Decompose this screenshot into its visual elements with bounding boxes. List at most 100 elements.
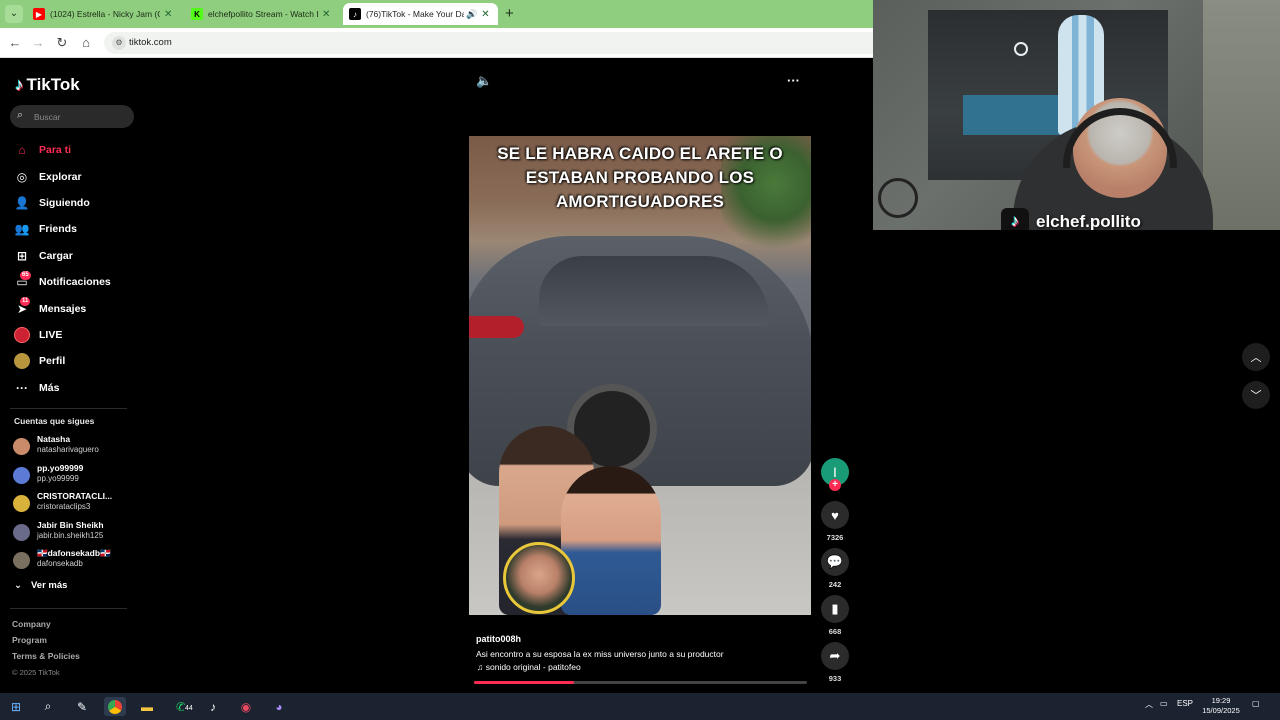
- discord-icon[interactable]: ◕: [268, 697, 290, 716]
- sidebar-nav: ⌂ Para ti ◎ Explorar 👤 Siguiendo 👥 Frien…: [0, 137, 145, 401]
- like-button[interactable]: ♥ 7326: [821, 501, 849, 542]
- video-description: Asi encontro a su esposa la ex miss univ…: [476, 649, 724, 659]
- chrome-icon[interactable]: [104, 697, 126, 716]
- comment-button[interactable]: 💬 242: [821, 548, 849, 589]
- more-options-icon[interactable]: ···: [787, 73, 800, 88]
- site-info-icon[interactable]: ⚙: [112, 36, 126, 50]
- avatar: [13, 523, 30, 541]
- url-text: tiktok.com: [129, 37, 172, 48]
- sidebar-item-friends[interactable]: 👥 Friends: [0, 216, 145, 242]
- youtube-icon: ▶: [33, 8, 45, 20]
- profile-icon-wrap: [14, 353, 30, 370]
- share-count: 933: [828, 674, 842, 683]
- next-video-button[interactable]: ﹀: [1242, 381, 1270, 409]
- file-explorer-icon[interactable]: ▬: [136, 697, 158, 716]
- browser-tab-kick[interactable]: K elchefpollito Stream - Watch Li ✕: [185, 3, 336, 25]
- video-progress-bar[interactable]: [474, 681, 807, 684]
- footer-link-terms[interactable]: Terms & Policies: [12, 651, 80, 667]
- clock-time: 19:29: [1211, 696, 1231, 705]
- close-icon[interactable]: ✕: [164, 9, 172, 20]
- sidebar-item-para-ti[interactable]: ⌂ Para ti: [0, 137, 145, 163]
- video-player[interactable]: SE LE HABRA CAIDO EL ARETE O ESTABAN PRO…: [469, 136, 811, 615]
- share-button[interactable]: ➦ 933: [821, 642, 849, 683]
- feather-app-icon[interactable]: ✎: [71, 697, 93, 716]
- heart-icon: ♥: [821, 501, 849, 529]
- share-icon: ➦: [821, 642, 849, 670]
- comment-count: 242: [828, 580, 842, 589]
- language-indicator[interactable]: ESP: [1177, 699, 1193, 708]
- sidebar-item-perfil[interactable]: Perfil: [0, 348, 145, 374]
- footer-link-company[interactable]: Company: [12, 619, 80, 635]
- sidebar-item-cargar[interactable]: ⊞ Cargar: [0, 243, 145, 269]
- save-button[interactable]: ▮ 668: [821, 595, 849, 636]
- search-input[interactable]: [34, 109, 129, 124]
- new-tab-icon[interactable]: +: [505, 5, 514, 22]
- tiktok-sidebar: ♪ TikTok ⌕ ⌂ Para ti ◎ Explorar 👤 Siguie…: [0, 58, 145, 692]
- comment-icon: 💬: [821, 548, 849, 576]
- tiktok-icon: ♪: [349, 8, 361, 20]
- avatar: [13, 438, 30, 455]
- tiktok-logo[interactable]: ♪ TikTok: [15, 75, 80, 95]
- home-icon[interactable]: ⌂: [77, 35, 95, 50]
- webcam-fan: [878, 178, 918, 218]
- sidebar-item-mas[interactable]: ··· Más: [0, 375, 145, 401]
- upload-icon: ⊞: [16, 248, 28, 263]
- speaker-icon[interactable]: 🔊: [466, 9, 477, 20]
- previous-video-button[interactable]: ︿: [1242, 343, 1270, 371]
- footer-link-program[interactable]: Program: [12, 635, 80, 651]
- compass-icon: ◎: [16, 169, 28, 184]
- video-author[interactable]: patito008h: [476, 634, 521, 644]
- see-more-button[interactable]: ⌄ Ver más: [14, 580, 67, 591]
- tiktok-app-icon[interactable]: ♪: [202, 697, 224, 716]
- volume-icon[interactable]: 🔈: [476, 73, 492, 89]
- search-icon[interactable]: ⌕: [37, 697, 59, 716]
- account-handle: jabir.bin.sheikh125: [37, 530, 104, 540]
- reload-icon[interactable]: ↻: [53, 35, 71, 51]
- sidebar-item-label: Cargar: [39, 249, 73, 262]
- sidebar-item-label: Para ti: [39, 144, 72, 157]
- tray-chevron-up-icon[interactable]: ︿: [1145, 699, 1153, 710]
- close-icon[interactable]: ✕: [322, 9, 330, 20]
- sidebar-item-mensajes[interactable]: ➤ 11 Mensajes: [0, 295, 145, 321]
- recorder-app-icon[interactable]: ◉: [235, 697, 257, 716]
- account-name: Jabir Bin Sheikh: [37, 519, 104, 530]
- account-name: pp.yo99999: [37, 462, 84, 473]
- account-handle: natasharivaguero: [37, 445, 99, 454]
- tab-title: (76)TikTok - Make Your Day: [366, 9, 464, 19]
- list-item[interactable]: CRISTORATACLI... cristorataclips3: [0, 491, 145, 520]
- browser-tab-tiktok[interactable]: ♪ (76)TikTok - Make Your Day 🔊 ✕: [343, 3, 498, 25]
- list-item[interactable]: pp.yo99999 pp.yo99999: [0, 463, 145, 492]
- browser-tab-youtube[interactable]: ▶ (1024) Estrella - Nicky Jam (Con ✕: [27, 3, 178, 25]
- forward-icon[interactable]: →: [29, 35, 47, 50]
- notification-center-icon[interactable]: ▢: [1252, 699, 1260, 708]
- tab-title: elchefpollito Stream - Watch Li: [208, 9, 318, 19]
- back-icon[interactable]: ←: [6, 35, 24, 50]
- url-field[interactable]: ⚙ tiktok.com: [104, 32, 884, 54]
- following-title: Cuentas que sigues: [14, 416, 95, 426]
- sidebar-item-live[interactable]: LIVE: [0, 322, 145, 348]
- account-handle: pp.yo99999: [37, 473, 79, 483]
- sidebar-item-siguiendo[interactable]: 👤 Siguiendo: [0, 190, 145, 216]
- following-list: Natasha natasharivaguero pp.yo99999 pp.y…: [0, 434, 145, 577]
- webcam-ring-light: [1014, 42, 1028, 56]
- system-clock[interactable]: 19:29 15/09/2025: [1196, 696, 1246, 716]
- sidebar-item-label: LIVE: [39, 328, 63, 341]
- webcam-overlay: ♪ elchef.pollito: [873, 0, 1280, 230]
- friends-icon: 👥: [14, 222, 30, 237]
- tab-search-dropdown-icon[interactable]: ⌄: [5, 5, 23, 23]
- windows-start-icon[interactable]: ⊞: [5, 697, 27, 716]
- list-item[interactable]: Jabir Bin Sheikh jabir.bin.sheikh125: [0, 520, 145, 549]
- sidebar-item-explorar[interactable]: ◎ Explorar: [0, 163, 145, 189]
- list-item[interactable]: 🇩🇴dafonsekadb🇩🇴 dafonsekadb: [0, 548, 145, 577]
- chevron-down-icon: ﹀: [1250, 390, 1262, 402]
- follow-plus-icon[interactable]: +: [829, 479, 841, 491]
- list-item[interactable]: Natasha natasharivaguero: [0, 434, 145, 463]
- tiktok-note-icon: ♪: [15, 75, 24, 94]
- whatsapp-icon[interactable]: ✆ 44: [170, 697, 194, 716]
- whatsapp-badge: 44: [184, 705, 194, 712]
- network-icon[interactable]: ▭: [1160, 699, 1168, 708]
- sidebar-item-notificaciones[interactable]: ▭ 65 Notificaciones: [0, 269, 145, 295]
- search-box[interactable]: ⌕: [10, 105, 134, 128]
- video-sound[interactable]: ♫ sonido original - patitofeo: [477, 662, 581, 672]
- close-icon[interactable]: ✕: [481, 9, 489, 20]
